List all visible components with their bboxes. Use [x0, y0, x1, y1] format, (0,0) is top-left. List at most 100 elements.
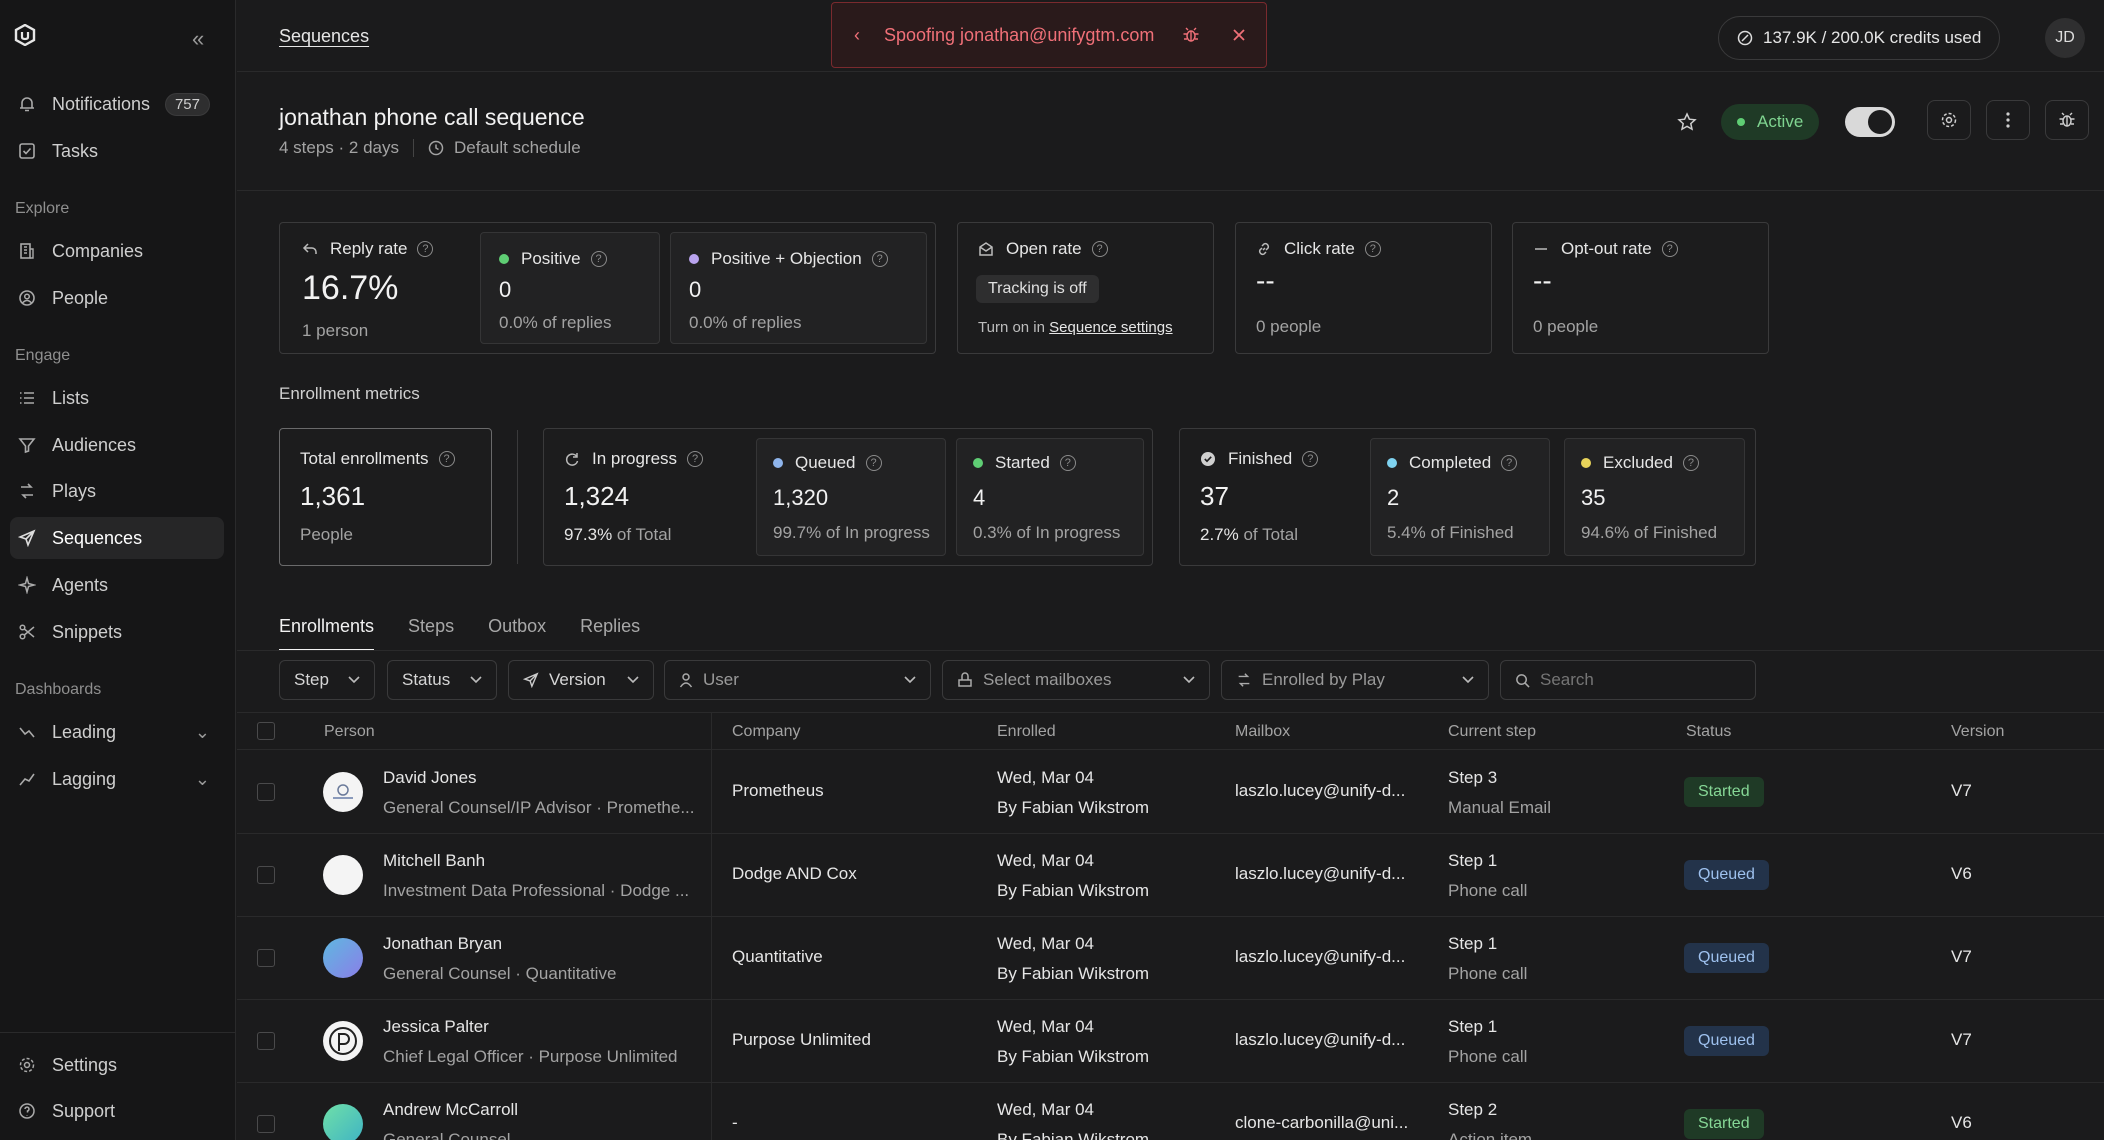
- column-header-status[interactable]: Status: [1686, 723, 1731, 741]
- mailbox-icon: [957, 672, 973, 688]
- sidebar-item-lists[interactable]: Lists: [10, 377, 224, 419]
- sidebar-item-label: Plays: [52, 480, 97, 501]
- user-avatar[interactable]: JD: [2045, 18, 2085, 58]
- sidebar-item-agents[interactable]: Agents: [10, 564, 224, 606]
- in-progress-card[interactable]: In progress ? 1,324 97.3% of Total Queue…: [543, 428, 1153, 566]
- sidebar-item-tasks[interactable]: Tasks: [10, 130, 224, 172]
- status-filter[interactable]: Status: [387, 660, 497, 700]
- help-icon[interactable]: ?: [865, 455, 882, 471]
- sidebar-item-leading[interactable]: Leading ⌄: [10, 711, 224, 753]
- schedule-link[interactable]: Default schedule: [454, 138, 581, 158]
- column-header-version[interactable]: Version: [1951, 723, 2004, 741]
- sidebar-item-settings[interactable]: Settings: [10, 1044, 224, 1086]
- help-icon[interactable]: ?: [871, 251, 888, 267]
- column-header-enrolled[interactable]: Enrolled: [997, 723, 1056, 741]
- sidebar-item-audiences[interactable]: Audiences: [10, 424, 224, 466]
- bug-icon[interactable]: [1182, 26, 1200, 44]
- user-filter[interactable]: User: [664, 660, 931, 700]
- enrolled-by: By Fabian Wikstrom: [997, 881, 1150, 900]
- column-header-mailbox[interactable]: Mailbox: [1235, 723, 1290, 741]
- help-icon[interactable]: ?: [1091, 241, 1108, 257]
- row-checkbox[interactable]: [257, 1115, 275, 1133]
- breadcrumb[interactable]: Sequences: [279, 26, 369, 47]
- tracking-off-pill: Tracking is off: [976, 275, 1099, 303]
- sidebar-item-sequences[interactable]: Sequences: [10, 517, 224, 559]
- started-card[interactable]: Started ? 4 0.3% of In progress: [956, 438, 1144, 556]
- sequence-settings-link[interactable]: Sequence settings: [1049, 319, 1172, 336]
- sidebar-item-snippets[interactable]: Snippets: [10, 611, 224, 653]
- help-icon[interactable]: ?: [1501, 455, 1518, 471]
- finished-card[interactable]: Finished ? 37 2.7% of Total Completed ? …: [1179, 428, 1756, 566]
- person-title: General Counsel · Quantitative: [383, 964, 617, 983]
- help-icon[interactable]: ?: [687, 451, 704, 467]
- row-checkbox[interactable]: [257, 866, 275, 884]
- help-icon[interactable]: ?: [438, 451, 455, 467]
- minus-icon: [1533, 241, 1549, 257]
- table-row[interactable]: David Jones General Counsel/IP Advisor ·…: [237, 751, 2104, 834]
- column-header-person[interactable]: Person: [324, 723, 375, 741]
- active-toggle[interactable]: [1845, 107, 1896, 137]
- status-badge: Queued: [1684, 943, 1769, 973]
- debug-button[interactable]: [2045, 100, 2089, 140]
- help-icon[interactable]: ?: [1682, 455, 1699, 471]
- person-name[interactable]: David Jones: [383, 768, 695, 788]
- table-row[interactable]: Andrew McCarroll General Counsel - Wed, …: [237, 1083, 2104, 1140]
- help-icon[interactable]: ?: [1364, 241, 1381, 257]
- chevron-left-icon[interactable]: ‹: [854, 25, 860, 46]
- close-icon[interactable]: [1232, 28, 1246, 42]
- table-row[interactable]: Jonathan Bryan General Counsel · Quantit…: [237, 917, 2104, 1000]
- settings-button[interactable]: [1927, 100, 1971, 140]
- tab-replies[interactable]: Replies: [580, 616, 640, 651]
- person-name[interactable]: Andrew McCarroll: [383, 1100, 695, 1120]
- star-icon[interactable]: [1677, 112, 1697, 132]
- step-filter[interactable]: Step: [279, 660, 375, 700]
- help-icon[interactable]: ?: [1661, 241, 1678, 257]
- column-header-current-step[interactable]: Current step: [1448, 723, 1536, 741]
- sidebar-item-lagging[interactable]: Lagging ⌄: [10, 758, 224, 800]
- total-enrollments-card[interactable]: Total enrollments ? 1,361 People: [279, 428, 492, 566]
- help-icon[interactable]: ?: [417, 241, 434, 257]
- chevron-down-icon[interactable]: ⌄: [195, 722, 210, 743]
- help-icon[interactable]: ?: [1059, 455, 1076, 471]
- sidebar-item-companies[interactable]: Companies: [10, 230, 224, 272]
- completed-card[interactable]: Completed ? 2 5.4% of Finished: [1370, 438, 1550, 556]
- more-options-button[interactable]: [1986, 100, 2030, 140]
- help-icon[interactable]: ?: [1302, 451, 1319, 467]
- mailboxes-filter[interactable]: Select mailboxes: [942, 660, 1210, 700]
- row-checkbox[interactable]: [257, 949, 275, 967]
- sidebar-item-people[interactable]: People: [10, 277, 224, 319]
- sidebar-item-support[interactable]: Support: [10, 1090, 224, 1132]
- person-name[interactable]: Jonathan Bryan: [383, 934, 695, 954]
- finished-sub: 2.7% of Total: [1200, 525, 1298, 545]
- open-rate-text: Open rate: [1006, 239, 1082, 258]
- version-filter[interactable]: Version: [508, 660, 654, 700]
- column-header-company[interactable]: Company: [732, 723, 800, 741]
- person-name[interactable]: Jessica Palter: [383, 1017, 695, 1037]
- positive-label: Positive ?: [499, 249, 607, 269]
- in-progress-value: 1,324: [564, 481, 630, 511]
- excluded-card[interactable]: Excluded ? 35 94.6% of Finished: [1564, 438, 1745, 556]
- credits-usage[interactable]: 137.9K / 200.0K credits used: [1718, 16, 2001, 60]
- chevron-down-icon: [1183, 676, 1195, 684]
- enrolled-by-play-filter[interactable]: Enrolled by Play: [1221, 660, 1489, 700]
- search-box[interactable]: [1500, 660, 1756, 700]
- search-icon: [1515, 673, 1530, 688]
- queued-card[interactable]: Queued ? 1,320 99.7% of In progress: [756, 438, 946, 556]
- row-checkbox[interactable]: [257, 783, 275, 801]
- search-input[interactable]: [1540, 670, 1730, 690]
- tab-outbox[interactable]: Outbox: [488, 616, 546, 651]
- person-name[interactable]: Mitchell Banh: [383, 851, 695, 871]
- help-icon[interactable]: ?: [590, 251, 607, 267]
- user-circle-icon: [16, 287, 38, 309]
- row-checkbox[interactable]: [257, 1032, 275, 1050]
- table-row[interactable]: Mitchell Banh Investment Data Profession…: [237, 834, 2104, 917]
- unify-logo-icon[interactable]: [14, 24, 36, 46]
- sidebar-item-plays[interactable]: Plays: [10, 470, 224, 512]
- select-all-checkbox[interactable]: [257, 722, 275, 740]
- tab-steps[interactable]: Steps: [408, 616, 454, 651]
- sidebar-item-notifications[interactable]: Notifications 757: [10, 83, 224, 125]
- table-row[interactable]: Jessica Palter Chief Legal Officer · Pur…: [237, 1000, 2104, 1083]
- tab-enrollments[interactable]: Enrollments: [279, 616, 375, 651]
- chevron-down-icon[interactable]: ⌄: [195, 769, 210, 790]
- collapse-sidebar-icon[interactable]: «: [192, 26, 204, 52]
